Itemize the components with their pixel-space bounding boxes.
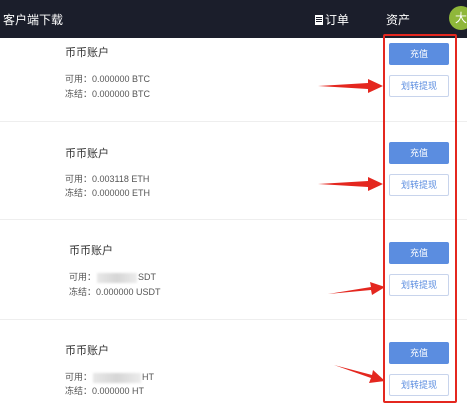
available-suffix: SDT [138,272,157,282]
available-balance: 可用：0.000000 BTC [65,74,151,84]
top-navigation-bar: 客户端下载 订单 资产 大 [0,0,467,38]
transfer-withdraw-button[interactable]: 划转提现 [389,374,449,396]
transfer-withdraw-button[interactable]: 划转提现 [389,274,449,296]
document-icon [315,14,323,25]
account-panel-usdt: 币币账户 可用： SDT 冻结：0.000000 USDT 充值 划转提现 [0,220,467,320]
available-prefix: 可用： [65,372,93,382]
account-panel-btc: 币币账户 可用：0.000000 BTC 冻结：0.000000 BTC 充值 … [0,38,467,122]
account-title: 币币账户 [65,345,109,357]
assets-nav-link[interactable]: 资产 [386,11,410,28]
recharge-button[interactable]: 充值 [389,242,449,264]
redacted-amount [97,272,138,283]
account-title: 币币账户 [65,148,109,160]
recharge-button[interactable]: 充值 [389,142,449,164]
account-panel-eth: 币币账户 可用：0.003118 ETH 冻结：0.000000 ETH 充值 … [0,122,467,220]
client-download-link[interactable]: 客户端下载 [3,11,63,28]
frozen-balance: 冻结：0.000000 HT [65,386,145,396]
account-panel-ht: 币币账户 可用： HT 冻结：0.000000 HT 充值 划转提现 [0,320,467,405]
account-title: 币币账户 [65,47,109,59]
orders-label: 订单 [325,13,350,27]
available-balance: 可用： SDT [69,270,156,283]
account-title: 币币账户 [69,245,113,257]
avatar[interactable]: 大 [449,6,467,30]
available-balance: 可用：0.003118 ETH [65,174,150,184]
transfer-withdraw-button[interactable]: 划转提现 [389,75,449,97]
available-prefix: 可用： [69,272,97,282]
recharge-button[interactable]: 充值 [389,342,449,364]
available-suffix: HT [142,372,155,382]
orders-nav-link[interactable]: 订单 [315,11,349,28]
frozen-balance: 冻结：0.000000 BTC [65,89,151,99]
transfer-withdraw-button[interactable]: 划转提现 [389,174,449,196]
redacted-amount [93,372,142,383]
recharge-button[interactable]: 充值 [389,43,449,65]
frozen-balance: 冻结：0.000000 ETH [65,188,151,198]
available-balance: 可用： HT [65,370,154,383]
frozen-balance: 冻结：0.000000 USDT [69,287,161,297]
